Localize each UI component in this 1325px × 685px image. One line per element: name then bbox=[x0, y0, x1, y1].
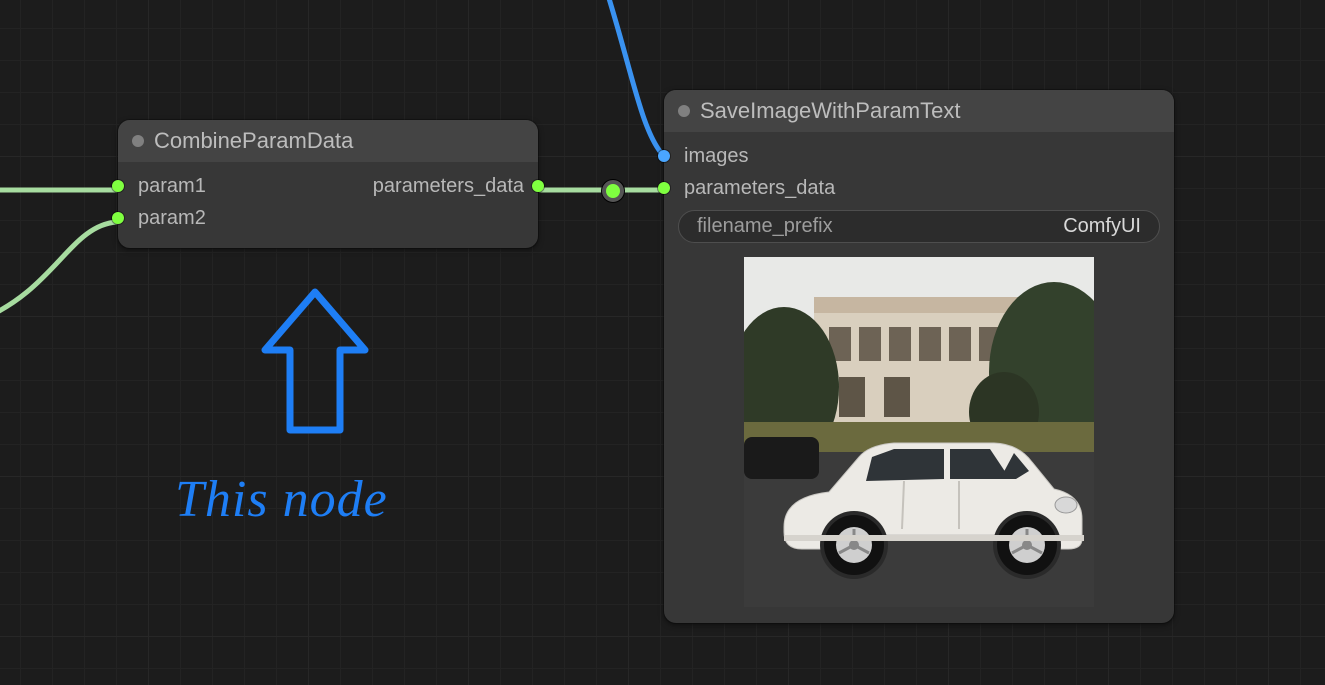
port-dot-icon bbox=[112, 212, 124, 224]
port-label: parameters_data bbox=[373, 175, 524, 198]
image-preview[interactable] bbox=[744, 257, 1094, 607]
port-dot-icon bbox=[532, 180, 544, 192]
widget-value: ComfyUI bbox=[1063, 215, 1141, 238]
reroute-node[interactable] bbox=[602, 180, 624, 202]
port-dot-icon bbox=[112, 180, 124, 192]
port-label: images bbox=[684, 145, 748, 168]
port-dot-icon bbox=[658, 182, 670, 194]
input-port-parameters-data[interactable]: parameters_data bbox=[664, 172, 1174, 204]
node-title: CombineParamData bbox=[154, 128, 353, 154]
port-label: parameters_data bbox=[684, 177, 835, 200]
node-title: SaveImageWithParamText bbox=[700, 98, 960, 124]
node-combine-param-data[interactable]: CombineParamData param1 parameters_data … bbox=[118, 120, 538, 248]
port-label: param1 bbox=[138, 175, 206, 198]
node-save-image-with-param-text[interactable]: SaveImageWithParamText images parameters… bbox=[664, 90, 1174, 623]
port-dot-icon bbox=[658, 150, 670, 162]
collapse-dot-icon[interactable] bbox=[678, 105, 690, 117]
input-port-param1[interactable]: param1 bbox=[118, 170, 220, 202]
output-port-parameters-data[interactable]: parameters_data bbox=[359, 170, 538, 202]
node-header[interactable]: SaveImageWithParamText bbox=[664, 90, 1174, 132]
widget-label: filename_prefix bbox=[697, 215, 833, 238]
input-port-images[interactable]: images bbox=[664, 140, 1174, 172]
port-label: param2 bbox=[138, 207, 206, 230]
input-port-param2[interactable]: param2 bbox=[118, 202, 538, 234]
collapse-dot-icon[interactable] bbox=[132, 135, 144, 147]
widget-filename-prefix[interactable]: filename_prefix ComfyUI bbox=[678, 210, 1160, 243]
node-header[interactable]: CombineParamData bbox=[118, 120, 538, 162]
